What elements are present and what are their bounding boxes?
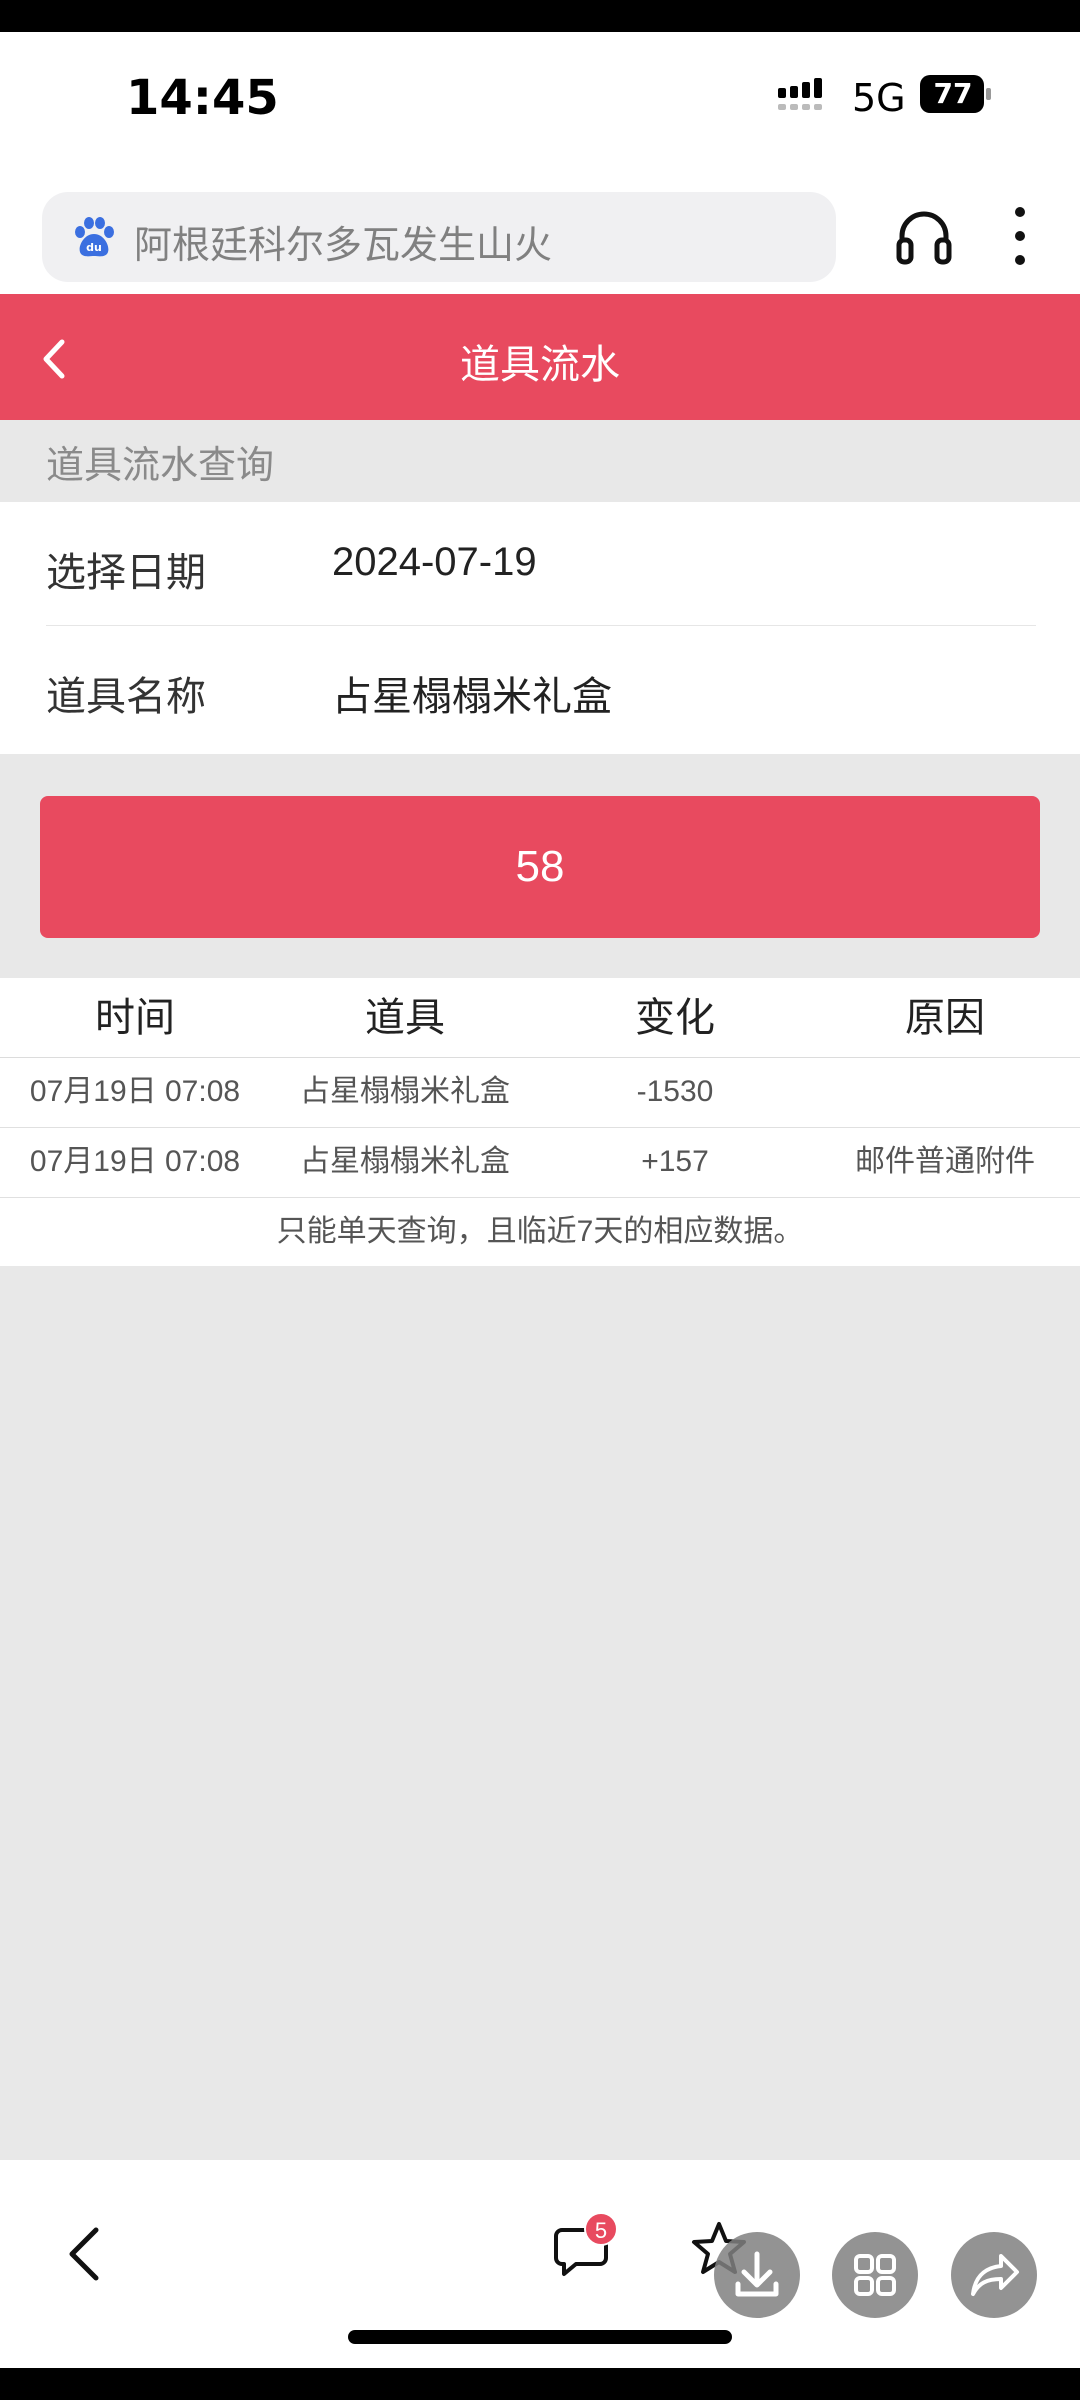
download-button[interactable] bbox=[714, 2232, 800, 2318]
query-button[interactable]: 58 bbox=[40, 796, 1040, 938]
baidu-paw-icon: du bbox=[75, 217, 114, 257]
query-form: 选择日期 2024-07-19 道具名称 占星榻榻米礼盒 bbox=[0, 502, 1080, 754]
table-row: 07月19日 07:08 占星榻榻米礼盒 -1530 bbox=[0, 1058, 1080, 1128]
download-icon bbox=[735, 2251, 779, 2297]
status-time: 14:45 bbox=[126, 70, 279, 126]
records-table: 时间 道具 变化 原因 07月19日 07:08 占星榻榻米礼盒 -1530 0… bbox=[0, 978, 1080, 1266]
cell-change: +157 bbox=[641, 1145, 709, 1178]
grid-icon bbox=[854, 2254, 896, 2296]
table-header: 时间 道具 变化 原因 bbox=[0, 978, 1080, 1058]
nav-back-icon[interactable] bbox=[66, 2226, 102, 2282]
item-row[interactable]: 道具名称 占星榻榻米礼盒 bbox=[46, 626, 1036, 750]
section-title: 道具流水查询 bbox=[46, 445, 275, 487]
phone-screen: 14:45 5G 77 du 阿根廷科尔多瓦发生山火 道具流水 道具流水查询 选… bbox=[0, 32, 1080, 2368]
header-change: 变化 bbox=[635, 996, 715, 1040]
signal-icon bbox=[778, 78, 822, 110]
status-bar: 14:45 5G 77 bbox=[0, 32, 1080, 160]
query-note: 只能单天查询，且临近7天的相应数据。 bbox=[276, 1215, 804, 1248]
share-button[interactable] bbox=[951, 2232, 1037, 2318]
cell-time: 07月19日 07:08 bbox=[29, 1075, 241, 1108]
share-icon bbox=[971, 2254, 1019, 2296]
home-indicator bbox=[348, 2330, 732, 2344]
browser-bar: du 阿根廷科尔多瓦发生山火 bbox=[0, 160, 1080, 294]
header-reason: 原因 bbox=[905, 996, 985, 1040]
cell-item: 占星榻榻米礼盒 bbox=[300, 1145, 510, 1178]
date-value[interactable]: 2024-07-19 bbox=[332, 540, 537, 585]
network-type: 5G bbox=[852, 76, 906, 120]
cell-change: -1530 bbox=[636, 1075, 714, 1108]
cell-time: 07月19日 07:08 bbox=[29, 1145, 241, 1178]
comment-count-badge: 5 bbox=[584, 2212, 618, 2246]
item-value[interactable]: 占星榻榻米礼盒 bbox=[332, 664, 612, 722]
date-row[interactable]: 选择日期 2024-07-19 bbox=[46, 502, 1036, 626]
date-label: 选择日期 bbox=[46, 551, 206, 595]
search-query: 阿根廷科尔多瓦发生山火 bbox=[134, 225, 553, 267]
apps-button[interactable] bbox=[832, 2232, 918, 2318]
svg-text:du: du bbox=[86, 241, 102, 254]
header-item: 道具 bbox=[365, 996, 445, 1040]
page-header: 道具流水 bbox=[0, 294, 1080, 420]
more-options-icon[interactable] bbox=[1010, 204, 1030, 268]
item-label: 道具名称 bbox=[46, 675, 206, 719]
header-time: 时间 bbox=[95, 996, 175, 1040]
headphones-icon[interactable] bbox=[896, 206, 952, 266]
battery-level: 77 bbox=[933, 77, 973, 110]
table-row: 07月19日 07:08 占星榻榻米礼盒 +157 邮件普通附件 bbox=[0, 1128, 1080, 1198]
cell-reason: 邮件普通附件 bbox=[855, 1145, 1035, 1178]
page-title: 道具流水 bbox=[460, 343, 620, 387]
search-box[interactable]: du 阿根廷科尔多瓦发生山火 bbox=[42, 192, 836, 282]
cell-item: 占星榻榻米礼盒 bbox=[300, 1075, 510, 1108]
battery-icon: 77 bbox=[920, 75, 992, 113]
